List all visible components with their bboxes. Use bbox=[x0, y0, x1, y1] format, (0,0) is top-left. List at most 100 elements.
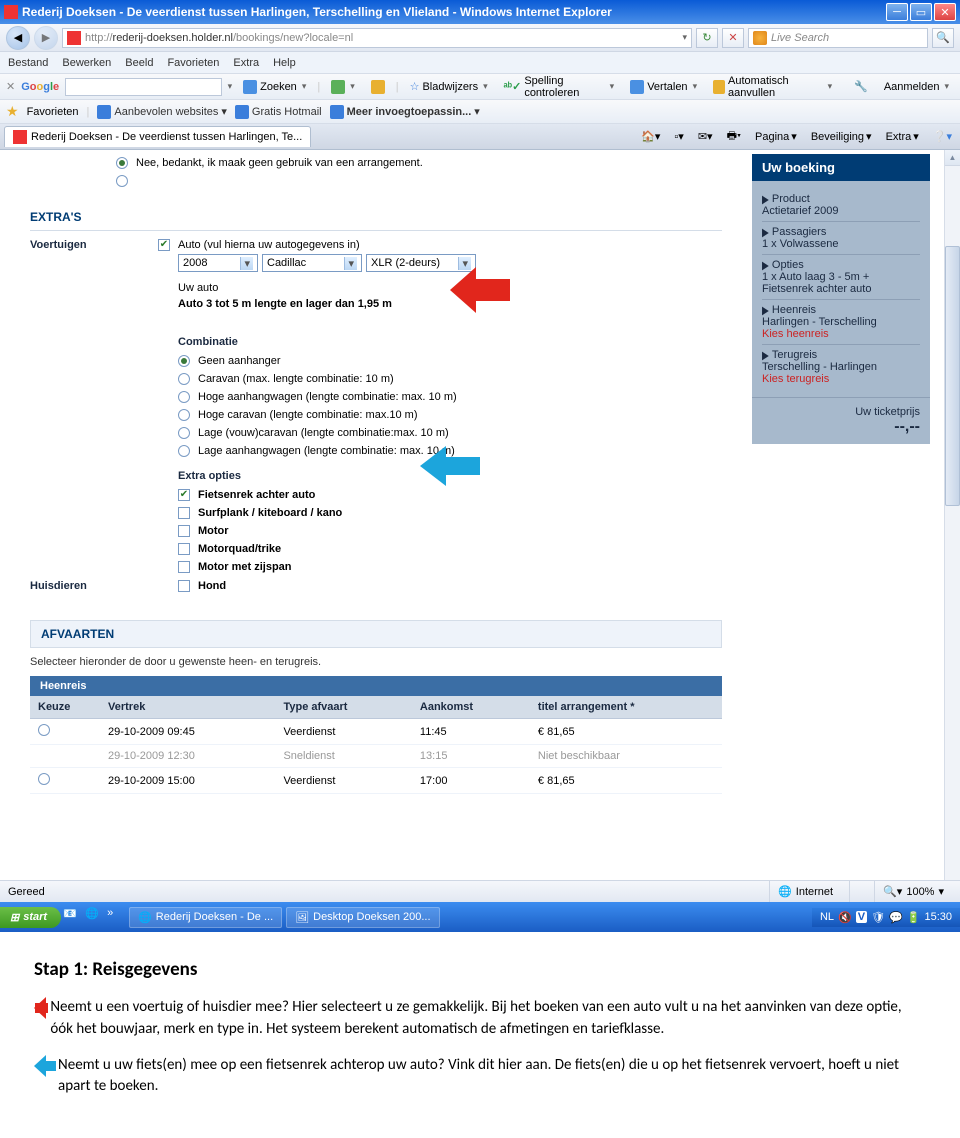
check-motorquad[interactable] bbox=[178, 543, 190, 555]
windows-logo-icon: ⊞ bbox=[10, 911, 19, 924]
autofill-button[interactable]: Automatisch aanvullen bbox=[708, 77, 837, 97]
heenreis-header: Heenreis bbox=[30, 676, 722, 696]
lang-indicator[interactable]: NL bbox=[820, 911, 834, 923]
vertical-scrollbar[interactable]: ▲ bbox=[944, 150, 960, 880]
page-menu[interactable]: Pagina ▾ bbox=[751, 130, 801, 143]
minimize-button[interactable]: ─ bbox=[886, 3, 908, 21]
select-make[interactable]: Cadillac bbox=[262, 254, 362, 272]
radio-row-2[interactable] bbox=[38, 773, 50, 785]
sb-heenreis[interactable]: ▶HeenreisHarlingen - TerschellingKies he… bbox=[762, 299, 920, 344]
start-button[interactable]: ⊞start bbox=[0, 907, 61, 928]
fav-link-hotmail[interactable]: Gratis Hotmail bbox=[235, 105, 322, 119]
radio-combi-1[interactable] bbox=[178, 373, 190, 385]
tray-icon[interactable]: 🛡 bbox=[871, 911, 885, 924]
mail-icon[interactable]: ✉▾ bbox=[694, 130, 717, 143]
favorites-star-icon[interactable]: ★ bbox=[6, 103, 19, 120]
print-icon[interactable]: 🖶▾ bbox=[723, 127, 745, 146]
home-icon[interactable]: 🏠▾ bbox=[637, 130, 664, 143]
label-huisdieren: Huisdieren bbox=[30, 580, 150, 592]
settings-icon[interactable]: 🔧 bbox=[849, 77, 873, 97]
search-provider-icon bbox=[753, 31, 767, 45]
label-combinatie: Combinatie bbox=[178, 336, 722, 348]
booking-sidebar: Uw boeking ▶ProductActietarief 2009 ▶Pas… bbox=[752, 154, 930, 794]
tools-menu[interactable]: Extra ▾ bbox=[882, 130, 923, 143]
google-logo: Google bbox=[21, 81, 59, 93]
radio-combi-4[interactable] bbox=[178, 427, 190, 439]
favorites-label[interactable]: Favorieten bbox=[27, 106, 79, 118]
menu-favorieten[interactable]: Favorieten bbox=[167, 57, 219, 69]
bookmarks-button[interactable]: ☆Bladwijzers bbox=[405, 77, 493, 97]
check-motor[interactable] bbox=[178, 525, 190, 537]
system-tray[interactable]: NL 🔇 V 🛡 💬 🔋 15:30 bbox=[812, 908, 960, 927]
radio-arrangement-2[interactable] bbox=[116, 175, 128, 187]
doc-paragraph-1: Neemt u een voertuig of huisdier mee? Hi… bbox=[50, 997, 926, 1041]
quick-launch-icon[interactable]: 📧 bbox=[63, 907, 81, 927]
forward-button[interactable]: ▶ bbox=[34, 26, 58, 50]
tray-icon[interactable]: 💬 bbox=[889, 911, 903, 924]
search-dropdown-icon[interactable]: ▾ bbox=[228, 81, 233, 92]
translate-button[interactable]: Vertalen bbox=[625, 77, 702, 97]
fav-link-recommended[interactable]: Aanbevolen websites ▾ bbox=[97, 105, 227, 119]
check-auto[interactable] bbox=[158, 239, 170, 251]
menu-help[interactable]: Help bbox=[273, 57, 296, 69]
col-vertrek: Vertrek bbox=[100, 696, 275, 719]
ie-icon: 🌐 bbox=[138, 911, 152, 924]
quick-launch-icon[interactable]: » bbox=[107, 907, 125, 927]
more-button[interactable] bbox=[326, 77, 360, 97]
sb-opties: ▶Opties1 x Auto laag 3 - 5m + Fietsenrek… bbox=[762, 254, 920, 299]
col-aankomst: Aankomst bbox=[412, 696, 530, 719]
label-voertuigen: Voertuigen bbox=[30, 239, 150, 576]
schedule-row[interactable]: 29-10-2009 15:00 Veerdienst 17:00 € 81,6… bbox=[30, 768, 722, 794]
radio-combi-5[interactable] bbox=[178, 445, 190, 457]
dropdown-icon[interactable]: ▾ bbox=[682, 32, 687, 43]
zoom-control[interactable]: 🔍▾ 100% ▾ bbox=[874, 881, 952, 902]
taskbar-app-ie[interactable]: 🌐Rederij Doeksen - De ... bbox=[129, 907, 282, 928]
refresh-button[interactable]: ↻ bbox=[696, 28, 718, 48]
quick-launch-icon[interactable]: 🌐 bbox=[85, 907, 103, 927]
sb-terugreis[interactable]: ▶TerugreisTerschelling - HarlingenKies t… bbox=[762, 344, 920, 389]
label-auto: Auto (vul hierna uw autogegevens in) bbox=[178, 239, 360, 251]
main-form: Nee, bedankt, ik maak geen gebruik van e… bbox=[30, 154, 722, 794]
tray-icon[interactable]: 🔋 bbox=[907, 911, 921, 924]
bullet-arrow-blue bbox=[34, 1055, 56, 1077]
menu-bestand[interactable]: Bestand bbox=[8, 57, 48, 69]
search-go-button[interactable]: 🔍 bbox=[932, 28, 954, 48]
radio-combi-2[interactable] bbox=[178, 391, 190, 403]
feeds-icon[interactable]: ▫▾ bbox=[670, 130, 687, 143]
select-year[interactable]: 2008 bbox=[178, 254, 258, 272]
taskbar-app-desktop[interactable]: 🖼Desktop Doeksen 200... bbox=[286, 907, 439, 928]
menu-beeld[interactable]: Beeld bbox=[125, 57, 153, 69]
menu-extra[interactable]: Extra bbox=[233, 57, 259, 69]
tray-icon[interactable]: V bbox=[856, 911, 867, 923]
search-button[interactable]: Zoeken bbox=[238, 77, 311, 97]
check-hond[interactable] bbox=[178, 580, 190, 592]
fav-link-more[interactable]: Meer invoegtoepassin... ▾ bbox=[330, 105, 480, 119]
browser-search-box[interactable]: Live Search bbox=[748, 28, 928, 48]
stop-button[interactable]: ✕ bbox=[722, 28, 744, 48]
scrollbar-thumb[interactable] bbox=[945, 246, 960, 506]
share-button[interactable] bbox=[366, 77, 390, 97]
tray-icon[interactable]: 🔇 bbox=[838, 911, 852, 924]
clock[interactable]: 15:30 bbox=[924, 911, 952, 923]
close-button[interactable]: ✕ bbox=[934, 3, 956, 21]
check-surfplank[interactable] bbox=[178, 507, 190, 519]
annotation-arrow-red bbox=[450, 267, 510, 313]
signin-button[interactable]: Aanmelden bbox=[879, 77, 954, 97]
maximize-button[interactable]: ▭ bbox=[910, 3, 932, 21]
active-tab[interactable]: Rederij Doeksen - De veerdienst tussen H… bbox=[4, 126, 311, 147]
radio-row-0[interactable] bbox=[38, 724, 50, 736]
url-path: /bookings/new?locale=nl bbox=[233, 32, 353, 44]
menu-bewerken[interactable]: Bewerken bbox=[62, 57, 111, 69]
radio-no-arrangement[interactable] bbox=[116, 157, 128, 169]
radio-combi-0[interactable] bbox=[178, 355, 190, 367]
check-motor-zijspan[interactable] bbox=[178, 561, 190, 573]
safety-menu[interactable]: Beveiliging ▾ bbox=[807, 130, 876, 143]
schedule-row[interactable]: 29-10-2009 09:45 Veerdienst 11:45 € 81,6… bbox=[30, 719, 722, 745]
spellcheck-button[interactable]: ᵃᵇ✓Spelling controleren bbox=[499, 77, 620, 97]
google-search-input[interactable] bbox=[65, 78, 221, 96]
help-icon[interactable]: ❔▾ bbox=[929, 130, 956, 143]
back-button[interactable]: ◀ bbox=[6, 26, 30, 50]
address-bar[interactable]: http:// rederij-doeksen. holder.nl /book… bbox=[62, 28, 692, 48]
radio-combi-3[interactable] bbox=[178, 409, 190, 421]
check-fietsenrek[interactable] bbox=[178, 489, 190, 501]
